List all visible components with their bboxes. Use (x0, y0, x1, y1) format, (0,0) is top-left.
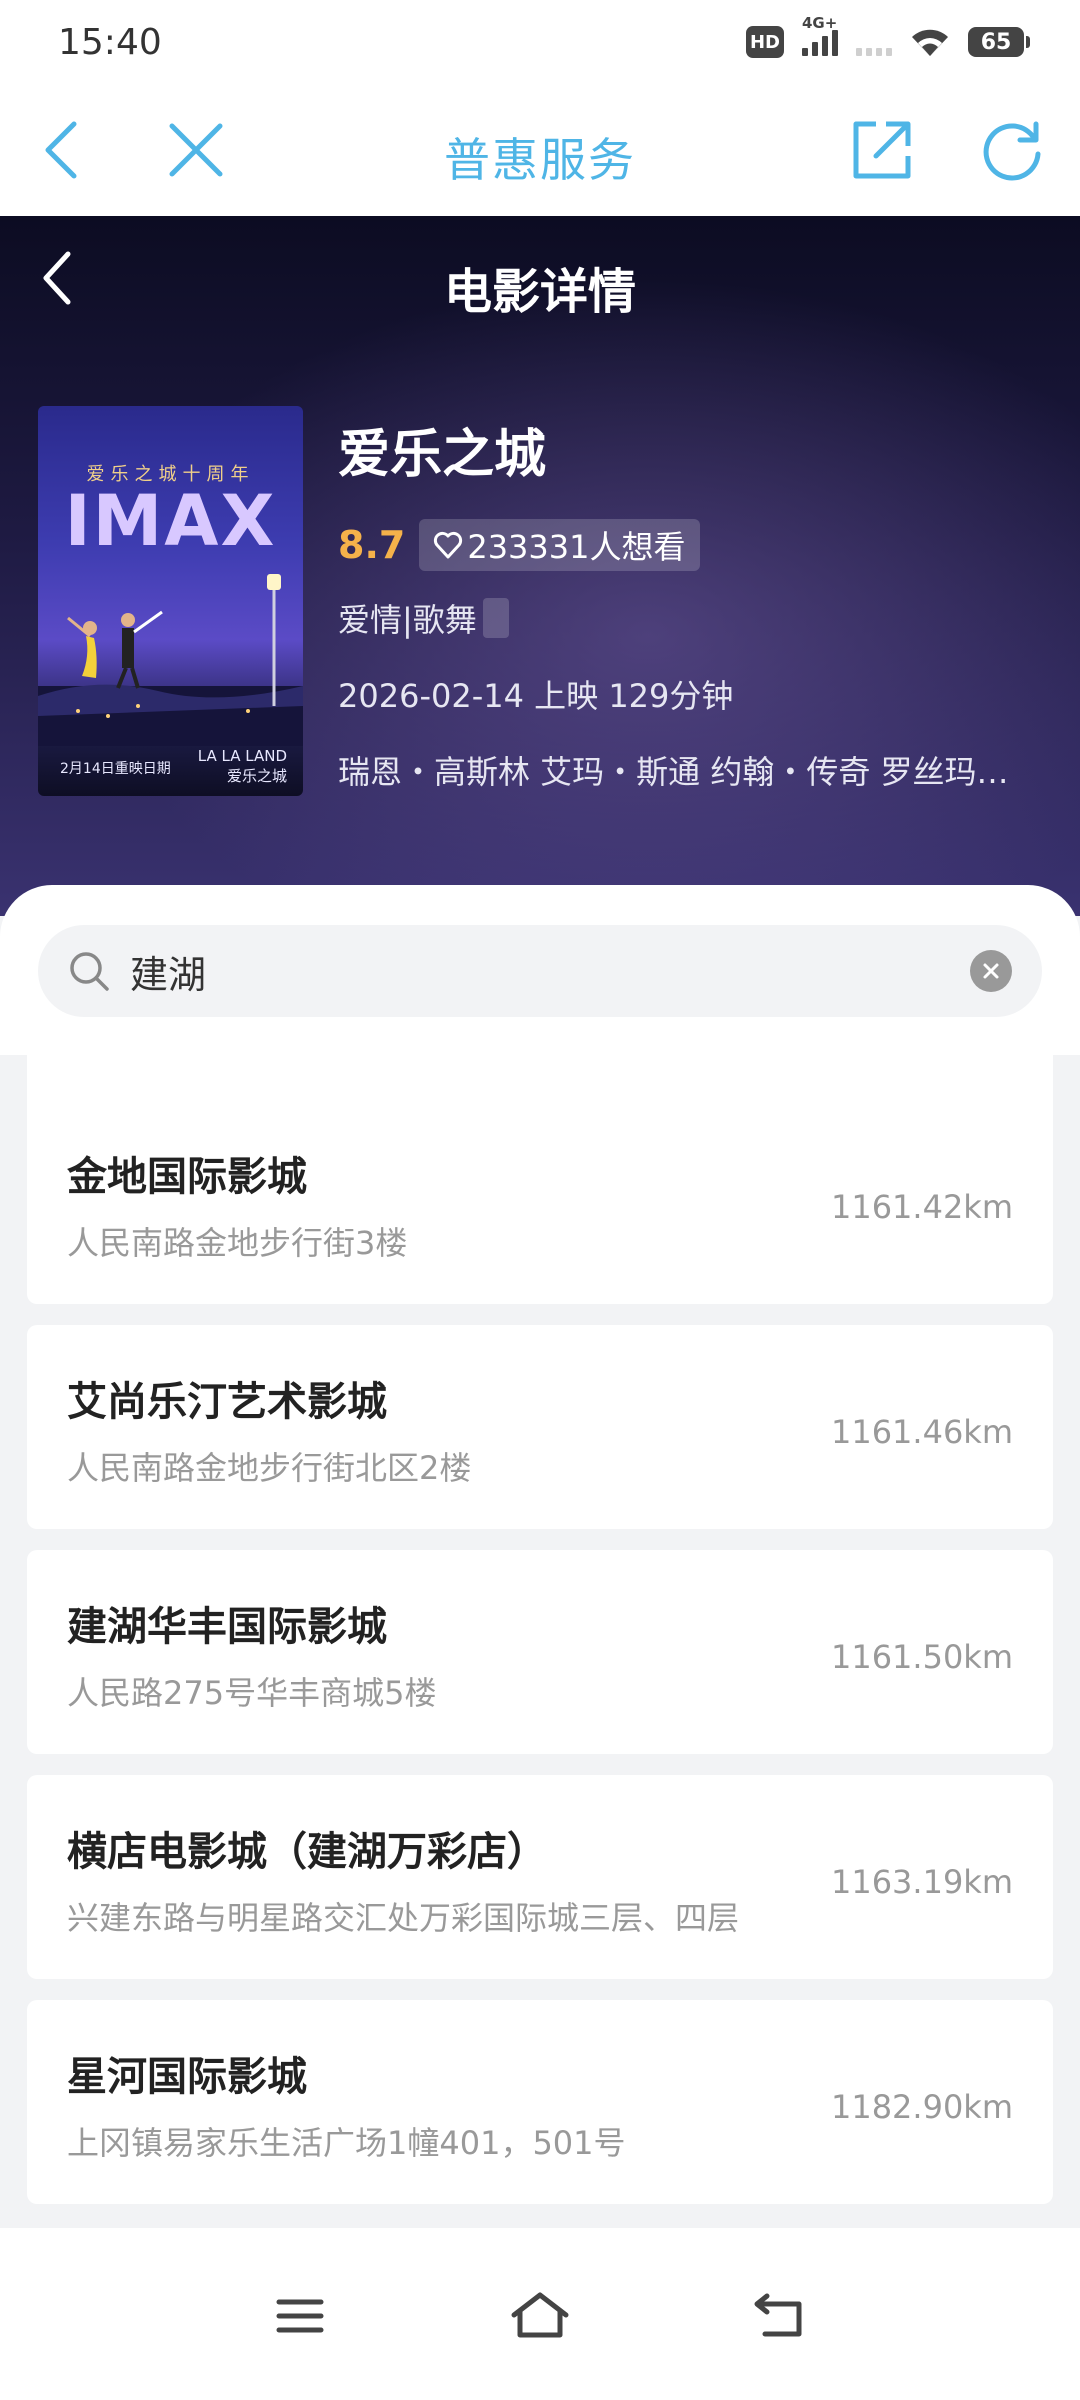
movie-name: 爱乐之城 (338, 425, 547, 485)
search-input[interactable]: 建湖 (38, 925, 1042, 1017)
cinema-distance: 1161.46km (830, 1413, 1013, 1451)
cinema-address: 人民南路金地步行街北区2楼 (67, 1449, 472, 1487)
cinema-address: 人民南路金地步行街3楼 (67, 1224, 408, 1262)
cinema-distance: 1161.50km (830, 1638, 1013, 1676)
refresh-icon[interactable] (976, 114, 1048, 186)
list-item[interactable]: 横店电影城（建湖万彩店） 兴建东路与明星路交汇处万彩国际城三层、四层 1163.… (27, 1775, 1053, 1979)
movie-info: 爱乐之城 8.7 233331人想看 爱情|歌舞 2026-02-14 上映 1… (338, 412, 1058, 793)
page-title: 普惠服务 (444, 133, 636, 187)
status-bar: 15:40 HD 4G+ 65 (0, 0, 1080, 84)
cast-list: 瑞恩・高斯林 艾玛・斯通 约翰・传奇 罗丝玛… (338, 753, 1009, 791)
movie-score: 8.7 (338, 523, 406, 567)
wifi-icon (912, 29, 948, 56)
movie-hero: 电影详情 爱乐之城十周年 IMAX 2月14日重映日期 LA LA LAND 爱… (0, 216, 1080, 916)
list-item[interactable]: 金地国际影城 人民南路金地步行街3楼 1161.42km (27, 1100, 1053, 1304)
battery-level: 65 (980, 29, 1012, 55)
cinema-distance: 1163.19km (830, 1863, 1013, 1901)
movie-poster: 爱乐之城十周年 IMAX 2月14日重映日期 LA LA LAND 爱乐之城 (38, 406, 303, 796)
poster-title-block: LA LA LAND 爱乐之城 (198, 746, 287, 786)
menu-icon[interactable] (264, 2280, 336, 2352)
share-icon[interactable] (846, 114, 918, 186)
hero-title: 电影详情 (443, 264, 636, 320)
status-time: 15:40 (58, 21, 162, 63)
app-nav-bar: 普惠服务 (0, 84, 1080, 216)
rating-row: 8.7 233331人想看 (338, 519, 1058, 571)
battery-icon: 65 (968, 27, 1030, 57)
cinema-name: 横店电影城（建湖万彩店） (67, 1829, 547, 1875)
genre-row: 爱情|歌舞 (338, 595, 1058, 641)
back-nav-icon[interactable] (744, 2280, 816, 2352)
cinema-name: 艾尚乐汀艺术影城 (67, 1379, 387, 1425)
cinema-address: 人民路275号华丰商城5楼 (67, 1674, 437, 1712)
want-count: 233331人想看 (467, 528, 686, 566)
search-icon (70, 952, 109, 991)
cinema-distance: 1182.90km (830, 2088, 1013, 2126)
list-item[interactable]: 艾尚乐汀艺术影城 人民南路金地步行街北区2楼 1161.46km (27, 1325, 1053, 1529)
status-icons: HD 4G+ 65 (746, 14, 1030, 58)
search-value: 建湖 (130, 952, 207, 997)
want-to-watch-badge[interactable]: 233331人想看 (419, 519, 700, 571)
list-item[interactable]: 建湖华丰国际影城 人民路275号华丰商城5楼 1161.50km (27, 1550, 1053, 1754)
genre-tag-placeholder (482, 598, 509, 638)
clear-search-icon[interactable] (970, 950, 1012, 992)
poster-title-cn: 爱乐之城 (226, 767, 287, 785)
list-item[interactable]: 星河国际影城 上冈镇易家乐生活广场1幢401，501号 1182.90km (27, 2000, 1053, 2204)
home-icon[interactable] (504, 2280, 576, 2352)
movie-genres: 爱情|歌舞 (338, 601, 477, 639)
system-nav-bar (0, 2228, 1080, 2400)
release-info: 2026-02-14 上映 129分钟 (338, 677, 734, 715)
poster-release-note: 2月14日重映日期 (60, 761, 171, 777)
search-sheet: 建湖 (0, 885, 1080, 1055)
cinema-address: 兴建东路与明星路交汇处万彩国际城三层、四层 (67, 1899, 740, 1937)
cinema-name: 星河国际影城 (67, 2054, 307, 2100)
cell-signal-icon: 4G+ (802, 14, 838, 56)
cinema-list: 金地国际影城 人民南路金地步行街3楼 1161.42km 艾尚乐汀艺术影城 人民… (0, 1055, 1080, 2230)
cinema-address: 上冈镇易家乐生活广场1幢401，501号 (67, 2124, 626, 2162)
poster-dancers-art (38, 574, 303, 746)
poster-title-en: LA LA LAND (197, 747, 287, 765)
cinema-distance: 1161.42km (830, 1188, 1013, 1226)
cell-signal-2-icon (856, 28, 892, 56)
heart-icon (434, 531, 463, 559)
hd-icon: HD (746, 26, 784, 58)
cinema-name: 金地国际影城 (67, 1154, 307, 1200)
page: 15:40 HD 4G+ 65 普惠服务 电影详情 爱乐之城十周年 IMAX 2… (0, 0, 1080, 2400)
cinema-name: 建湖华丰国际影城 (67, 1604, 387, 1650)
network-type-label: 4G+ (802, 14, 838, 32)
